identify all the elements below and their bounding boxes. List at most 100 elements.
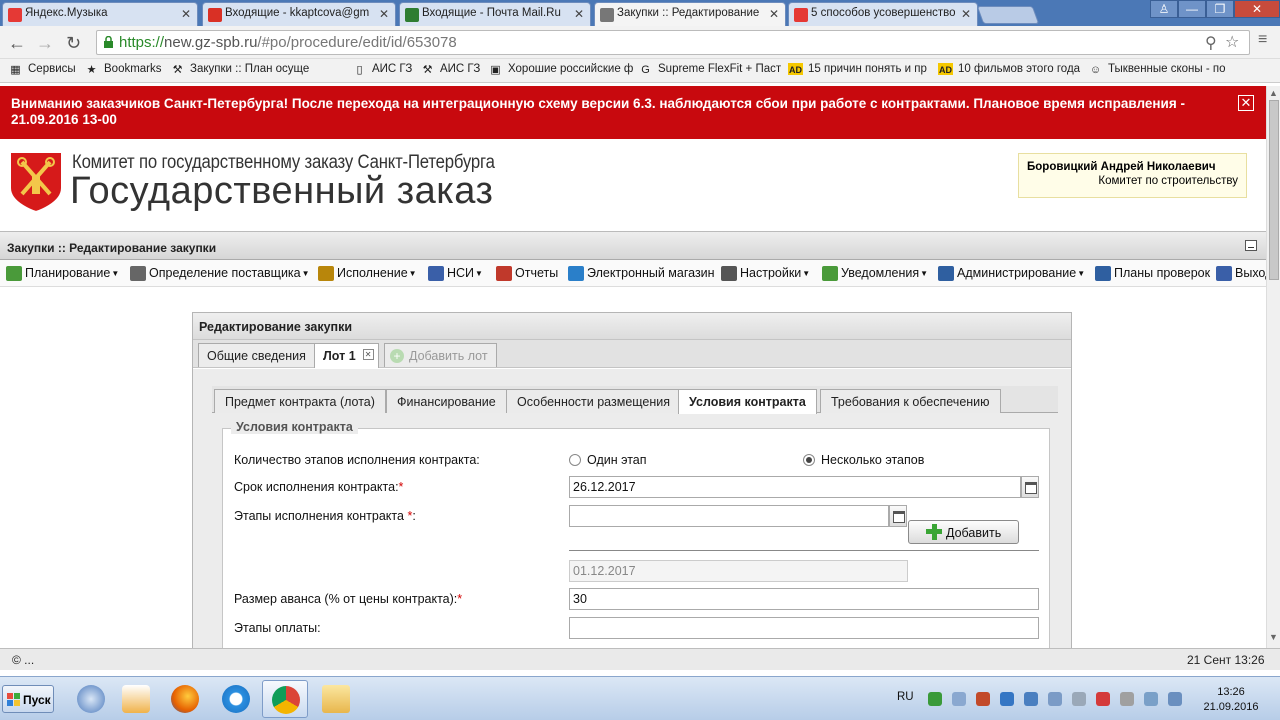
payment-stages-input[interactable] <box>569 617 1039 639</box>
tray-app-icon[interactable] <box>952 692 966 706</box>
close-tab-icon[interactable]: ✕ <box>769 7 779 21</box>
taskbar-app-firefox[interactable] <box>162 680 208 718</box>
add-lot-button[interactable]: + Добавить лот <box>384 343 497 367</box>
tab-contract-subject[interactable]: Предмет контракта (лота) <box>214 389 386 413</box>
browser-tab[interactable]: 5 способов усовершенство ✕ <box>788 2 978 26</box>
new-tab-button[interactable] <box>976 6 1040 24</box>
user-icon[interactable]: ♙ <box>1150 0 1178 18</box>
radio-multiple-stages[interactable] <box>803 454 815 466</box>
menu-item[interactable]: НСИ▼ <box>428 266 483 281</box>
minimize-button[interactable]: — <box>1178 0 1206 18</box>
close-tab-icon[interactable]: ✕ <box>379 7 389 21</box>
menu-item[interactable]: Отчеты <box>496 266 558 281</box>
bookmark-item[interactable]: ⚒ АИС ГЗ <box>420 63 482 75</box>
close-window-button[interactable]: ✕ <box>1234 0 1280 18</box>
menu-item[interactable]: Настройки▼ <box>721 266 810 281</box>
chevron-down-icon: ▼ <box>920 269 929 278</box>
close-icon[interactable]: ✕ <box>1238 95 1254 111</box>
bookmark-item[interactable]: ▣ Хорошие российские ф <box>488 63 633 75</box>
back-icon[interactable]: ← <box>8 33 26 54</box>
menu-item[interactable]: Администрирование▼ <box>938 266 1085 281</box>
tray-flag-icon[interactable] <box>1096 692 1110 706</box>
close-tab-icon[interactable]: ✕ <box>362 349 374 360</box>
taskbar-app-media[interactable] <box>113 680 159 718</box>
tray-security-icon[interactable] <box>928 692 942 706</box>
browser-tab[interactable]: Закупки :: Редактирование ✕ <box>594 2 786 26</box>
scroll-down-icon[interactable]: ▼ <box>1269 632 1278 642</box>
ad-icon: AD <box>938 63 953 75</box>
tab-favicon-icon <box>794 8 808 22</box>
bookmark-item[interactable]: AD 15 причин понять и пр <box>788 63 933 75</box>
tray-skype-icon[interactable] <box>1000 692 1014 706</box>
bookmark-item[interactable]: ☺ Тыквенные сконы - по <box>1088 63 1258 75</box>
radio-multiple-stages-label[interactable]: Несколько этапов <box>821 453 924 467</box>
chrome-icon <box>272 686 300 714</box>
browser-tab[interactable]: Входящие - kkaptcova@gm ✕ <box>202 2 396 26</box>
tray-network-icon[interactable] <box>1144 692 1158 706</box>
close-tab-icon[interactable]: ✕ <box>181 7 191 21</box>
zoom-icon[interactable]: ⚲ <box>1205 33 1217 53</box>
tab-favicon-icon <box>405 8 419 22</box>
bookmark-item[interactable]: ▦ Сервисы <box>8 63 78 75</box>
browser-tab[interactable]: Яндекс.Музыка ✕ <box>2 2 198 26</box>
add-stage-button[interactable]: Добавить <box>908 520 1019 544</box>
tab-contract-conditions[interactable]: Условия контракта <box>678 389 817 414</box>
chevron-down-icon: ▼ <box>475 269 483 278</box>
menu-item[interactable]: Планы проверок <box>1095 266 1210 281</box>
tray-monitor-icon[interactable] <box>1048 692 1062 706</box>
calendar-icon[interactable] <box>1021 476 1039 498</box>
chrome-menu-icon[interactable]: ≡ <box>1258 31 1267 49</box>
browser-tab[interactable]: Входящие - Почта Mail.Ru ✕ <box>399 2 591 26</box>
tray-display-icon[interactable] <box>1168 692 1182 706</box>
address-bar[interactable]: https://new.gz-spb.ru/#po/procedure/edit… <box>96 30 1250 55</box>
lot-tabs: Общие сведения Лот 1 ✕ + Добавить лот <box>193 340 1071 368</box>
tab-financing[interactable]: Финансирование <box>386 389 507 413</box>
radio-one-stage-label[interactable]: Один этап <box>587 453 647 467</box>
tab-security-requirements[interactable]: Требования к обеспечению <box>820 389 1001 413</box>
site-title: Государственный заказ <box>70 170 494 212</box>
bookmark-item[interactable]: ⚒ Закупки :: План осуще <box>170 63 315 75</box>
taskbar-app-explorer[interactable] <box>313 680 359 718</box>
taskbar-app-ie[interactable] <box>213 680 259 718</box>
tray-sound-icon[interactable] <box>1120 692 1134 706</box>
menu-item-icon <box>1216 266 1232 281</box>
collapse-icon[interactable] <box>1245 240 1257 251</box>
bookmark-item[interactable]: AD 10 фильмов этого года <box>938 63 1083 75</box>
menu-item[interactable]: Определение поставщика▼ <box>130 266 310 281</box>
menu-item[interactable]: Уведомления▼ <box>822 266 929 281</box>
tab-lot-1[interactable]: Лот 1 ✕ <box>314 343 379 368</box>
scroll-thumb[interactable] <box>1269 100 1279 280</box>
tray-volume-icon[interactable] <box>976 692 990 706</box>
close-tab-icon[interactable]: ✕ <box>574 7 584 21</box>
bookmark-item[interactable]: ▯ АИС ГЗ <box>352 63 414 75</box>
tray-sync-icon[interactable] <box>1024 692 1038 706</box>
stage-date-input[interactable] <box>569 505 889 527</box>
page-scrollbar[interactable]: ▲ ▼ <box>1266 86 1280 648</box>
system-clock[interactable]: 13:26 21.09.2016 <box>1196 685 1266 715</box>
tab-general-info[interactable]: Общие сведения <box>198 343 315 367</box>
menu-item[interactable]: Электронный магазин <box>568 266 715 281</box>
restore-button[interactable]: ❐ <box>1206 0 1234 18</box>
term-date-input[interactable]: 26.12.2017 <box>569 476 1021 498</box>
menu-item[interactable]: Выход <box>1216 266 1266 281</box>
scroll-up-icon[interactable]: ▲ <box>1269 88 1278 98</box>
tray-usb-icon[interactable] <box>1072 692 1086 706</box>
taskbar-app-network[interactable] <box>68 680 114 718</box>
tab-placement-features[interactable]: Особенности размещения <box>506 389 682 413</box>
taskbar-app-chrome[interactable] <box>262 680 308 718</box>
advance-input[interactable]: 30 <box>569 588 1039 610</box>
bookmark-item[interactable]: ★ Bookmarks <box>84 63 164 75</box>
menu-item[interactable]: Исполнение▼ <box>318 266 417 281</box>
forward-icon[interactable]: → <box>36 33 54 54</box>
star-icon[interactable]: ☆ <box>1225 32 1239 52</box>
menu-item[interactable]: Планирование▼ <box>6 266 119 281</box>
language-indicator[interactable]: RU <box>897 691 914 703</box>
radio-one-stage[interactable] <box>569 454 581 466</box>
person-icon: ☺ <box>1089 64 1102 75</box>
menu-item-icon <box>428 266 444 281</box>
close-tab-icon[interactable]: ✕ <box>961 7 971 21</box>
start-button[interactable]: Пуск <box>2 685 54 713</box>
bookmark-item[interactable]: G Supreme FlexFit + Паст <box>638 63 783 75</box>
calendar-icon[interactable] <box>889 505 907 527</box>
reload-icon[interactable]: ↻ <box>66 33 81 54</box>
